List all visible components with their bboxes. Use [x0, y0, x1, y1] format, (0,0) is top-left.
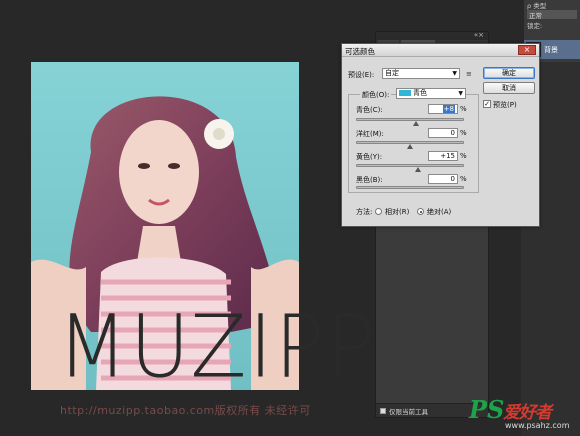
colors-label: 颜色(O): [360, 90, 392, 100]
chevron-down-icon: ▼ [452, 70, 457, 77]
preset-options-icon[interactable]: ≡ [466, 70, 472, 78]
muzipp-wordmark: MUZIPP [57, 297, 378, 398]
current-tool-only-checkbox[interactable] [380, 407, 386, 414]
cyan-slider-track[interactable] [356, 118, 464, 121]
layer-name: 背景 [544, 45, 558, 54]
selective-color-dialog: 可选颜色 × 预设(E): 自定 ▼ ≡ 确定 取消 ✓ 预览(P) 颜色(O)… [341, 43, 540, 227]
colors-select[interactable]: 青色 ▼ [396, 88, 466, 99]
method-relative-label: 相对(R) [385, 208, 410, 216]
logo-name: 爱好者 [503, 403, 552, 423]
site-logo: PS 爱好者 www.psahz.com [469, 395, 580, 436]
black-slider-track[interactable] [356, 186, 464, 189]
preset-label: 预设(E): [348, 71, 375, 79]
dialog-titlebar[interactable]: 可选颜色 × [342, 44, 539, 57]
percent-sign: % [460, 129, 467, 137]
current-tool-only-label: 仅限当前工具 [389, 407, 428, 416]
panel-topbar[interactable]: «× [376, 31, 488, 40]
magenta-value: 0 [450, 129, 455, 137]
method-label: 方法: [356, 208, 373, 216]
cyan-label: 青色(C): [356, 106, 383, 114]
magenta-label: 洋红(M): [356, 130, 384, 138]
preview-label: 预览(P) [493, 101, 517, 109]
logo-ps: PS [469, 395, 505, 424]
blend-mode-select[interactable]: 正常 [527, 10, 577, 20]
percent-sign: % [460, 152, 467, 160]
dialog-title: 可选颜色 [345, 47, 375, 56]
yellow-slider-track[interactable] [356, 164, 464, 167]
black-input[interactable]: 0 [428, 174, 458, 184]
method-absolute-radio[interactable] [417, 208, 424, 215]
watermark-url: http://muzipp.taobao.com版权所有 未经许可 [60, 404, 311, 417]
black-value: 0 [450, 175, 455, 183]
method-relative-radio[interactable] [375, 208, 382, 215]
chevron-down-icon: ▼ [458, 90, 463, 97]
magenta-input[interactable]: 0 [428, 128, 458, 138]
lock-label: 锁定: [527, 21, 543, 30]
colors-value: 青色 [413, 89, 427, 97]
collapse-icon[interactable]: «× [474, 31, 484, 39]
yellow-input[interactable]: +15 [428, 151, 458, 161]
yellow-label: 黄色(Y): [356, 153, 383, 161]
yellow-value: +15 [440, 152, 455, 160]
close-button[interactable]: × [518, 45, 536, 55]
cyan-value: +8 [442, 105, 455, 113]
preview-checkbox[interactable]: ✓ [483, 100, 491, 108]
magenta-slider-thumb[interactable] [407, 144, 413, 149]
percent-sign: % [460, 105, 467, 113]
logo-url: www.psahz.com [505, 421, 570, 430]
layer-filter[interactable]: ρ 类型 [524, 0, 580, 10]
method-absolute-label: 绝对(A) [427, 208, 452, 216]
cyan-input[interactable]: +8 [428, 104, 458, 114]
yellow-slider-thumb[interactable] [415, 167, 421, 172]
cancel-button[interactable]: 取消 [483, 82, 535, 94]
black-label: 黑色(B): [356, 176, 383, 184]
cyan-slider-thumb[interactable] [413, 121, 419, 126]
ok-button[interactable]: 确定 [483, 67, 535, 79]
color-swatch [399, 90, 411, 96]
preset-select[interactable]: 自定 ▼ [382, 68, 460, 79]
percent-sign: % [460, 175, 467, 183]
preset-value: 自定 [385, 69, 399, 77]
